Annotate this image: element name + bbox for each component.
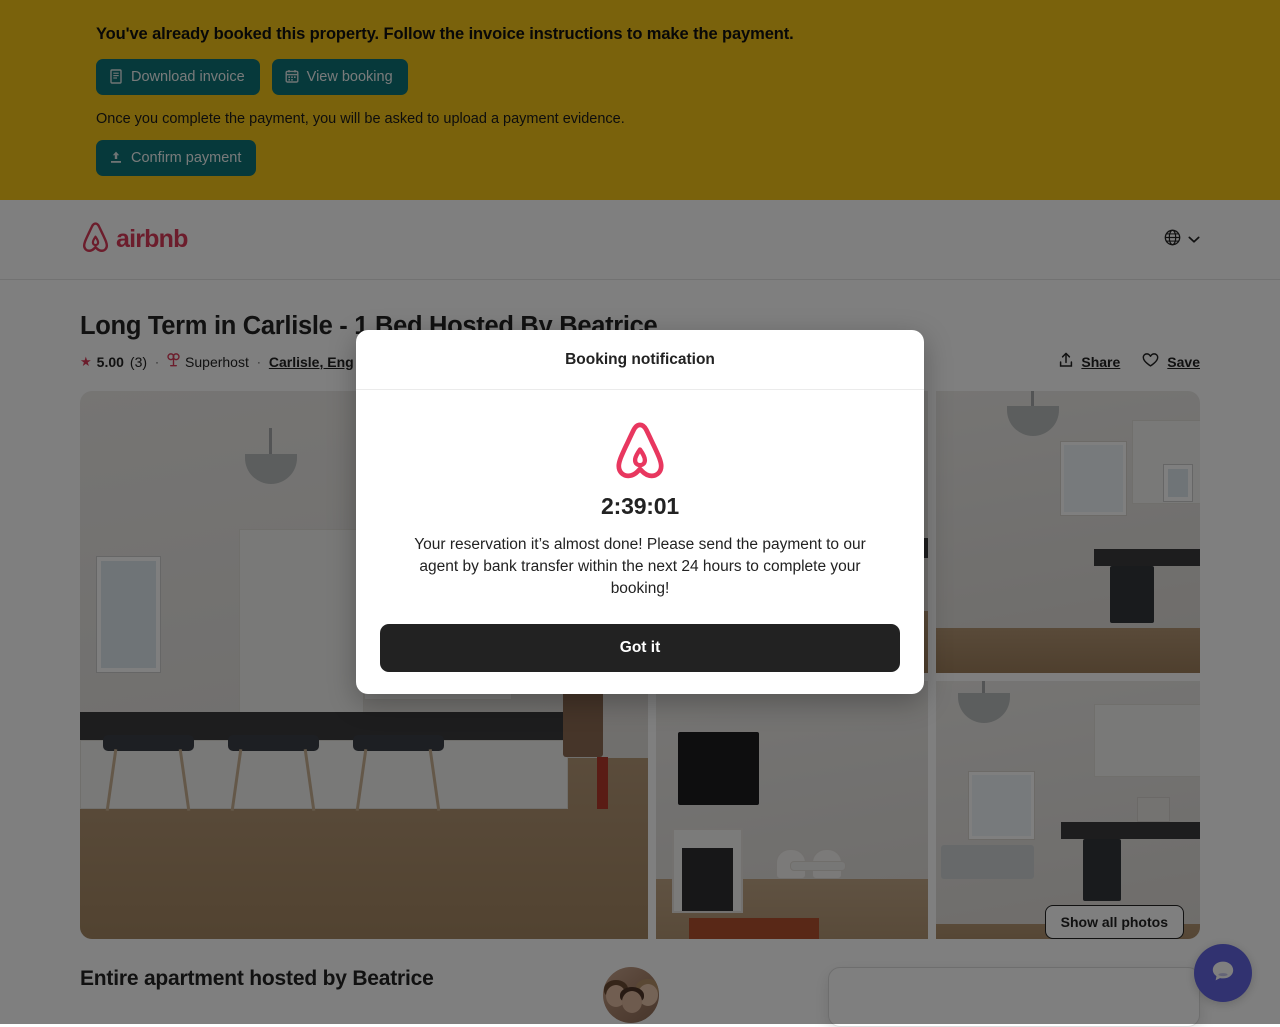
booking-notification-modal: Booking notification 2:39:01 Your reserv… bbox=[356, 330, 924, 694]
modal-title: Booking notification bbox=[565, 351, 715, 369]
modal-header: Booking notification bbox=[356, 330, 924, 390]
modal-logo bbox=[402, 420, 878, 487]
got-it-button[interactable]: Got it bbox=[380, 624, 900, 672]
airbnb-belo-icon bbox=[611, 420, 669, 487]
modal-body: 2:39:01 Your reservation it’s almost don… bbox=[356, 390, 924, 600]
modal-footer: Got it bbox=[356, 600, 924, 694]
modal-message: Your reservation it’s almost done! Pleas… bbox=[402, 534, 878, 600]
countdown-timer: 2:39:01 bbox=[402, 493, 878, 520]
